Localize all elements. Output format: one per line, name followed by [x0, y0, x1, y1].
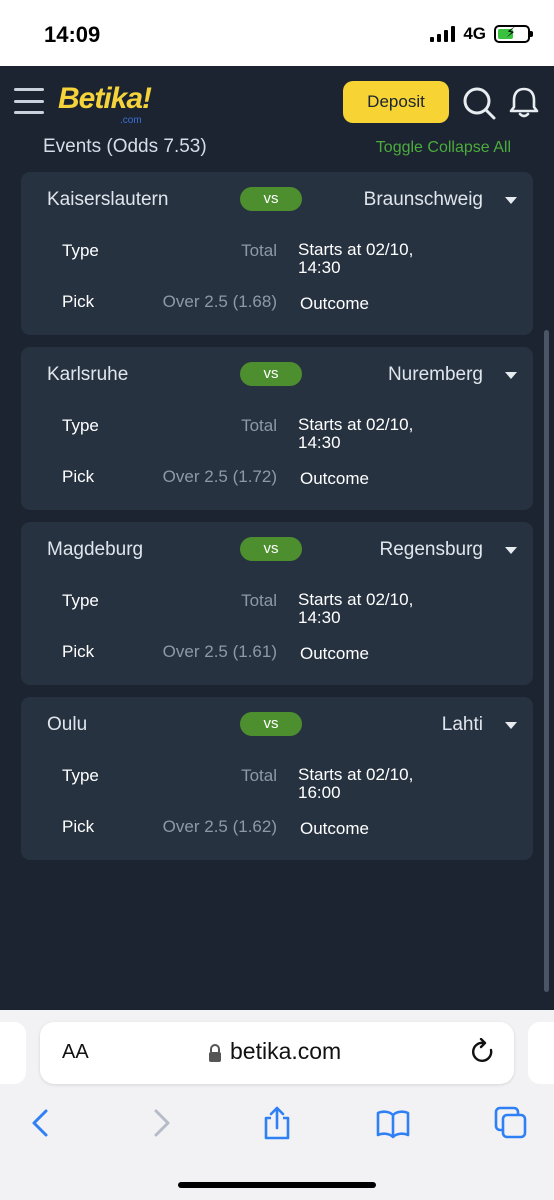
- betika-logo[interactable]: Betika! .com: [58, 82, 152, 126]
- away-team: Braunschweig: [363, 189, 483, 210]
- pick-label: Pick: [62, 467, 95, 486]
- back-icon[interactable]: [24, 1106, 58, 1140]
- home-indicator[interactable]: [178, 1182, 376, 1188]
- chevron-down-icon[interactable]: [505, 372, 517, 379]
- pick-value: Over 2.5 (1.62): [162, 817, 277, 836]
- status-bar: 14:09 4G ⚡: [0, 0, 554, 66]
- bookmarks-icon[interactable]: [376, 1106, 410, 1140]
- event-card: Kaiserslautern vs Braunschweig Type Tota…: [21, 172, 533, 335]
- toggle-collapse-all-link[interactable]: Toggle Collapse All: [376, 139, 511, 157]
- outcome-label: Outcome: [300, 819, 369, 838]
- share-icon[interactable]: [260, 1106, 294, 1140]
- start-time: Starts at 02/10, 14:30: [298, 590, 414, 627]
- away-team: Nuremberg: [387, 364, 483, 385]
- outcome-label: Outcome: [300, 644, 369, 663]
- logo-subtext: .com: [120, 115, 142, 126]
- type-label: Type: [62, 241, 99, 260]
- outcome-label: Outcome: [300, 294, 369, 313]
- event-card: Karlsruhe vs Nuremberg Type Total Starts…: [21, 347, 533, 510]
- previous-tab-preview[interactable]: [0, 1022, 26, 1084]
- home-team: Kaiserslautern: [47, 189, 169, 210]
- app-header: Betika! .com Deposit: [0, 66, 554, 140]
- type-value: Total: [241, 591, 277, 610]
- url-text[interactable]: betika.com: [230, 1038, 341, 1065]
- pick-label: Pick: [62, 642, 95, 661]
- home-team: Magdeburg: [47, 539, 144, 560]
- vs-badge: vs: [240, 187, 302, 211]
- tabs-icon[interactable]: [494, 1106, 528, 1140]
- browser-toolbar: AA betika.com: [0, 1010, 554, 1200]
- pick-label: Pick: [62, 817, 95, 836]
- type-label: Type: [62, 416, 99, 435]
- events-title: Events (Odds 7.53): [43, 136, 207, 157]
- start-time: Starts at 02/10, 16:00: [298, 765, 414, 802]
- vs-badge: vs: [240, 362, 302, 386]
- events-header: Events (Odds 7.53) Toggle Collapse All: [0, 136, 554, 166]
- vs-badge: vs: [240, 712, 302, 736]
- status-time: 14:09: [44, 22, 101, 47]
- signal-icon: [430, 26, 456, 42]
- away-team: Regensburg: [379, 539, 483, 560]
- search-icon[interactable]: [462, 86, 496, 120]
- pick-value: Over 2.5 (1.61): [162, 642, 277, 661]
- pick-label: Pick: [62, 292, 95, 311]
- browser-nav: [0, 1100, 554, 1150]
- lock-icon: [209, 1044, 221, 1062]
- start-time: Starts at 02/10, 14:30: [298, 240, 414, 277]
- hamburger-menu-icon[interactable]: [14, 88, 44, 114]
- type-label: Type: [62, 591, 99, 610]
- vs-badge: vs: [240, 537, 302, 561]
- deposit-button[interactable]: Deposit: [343, 81, 449, 123]
- status-indicators: 4G ⚡: [430, 24, 533, 44]
- reload-icon[interactable]: [470, 1038, 496, 1066]
- start-time: Starts at 02/10, 14:30: [298, 415, 414, 452]
- type-value: Total: [241, 416, 277, 435]
- home-team: Karlsruhe: [47, 364, 129, 385]
- chevron-down-icon[interactable]: [505, 547, 517, 554]
- event-card: Magdeburg vs Regensburg Type Total Start…: [21, 522, 533, 685]
- next-tab-preview[interactable]: [528, 1022, 554, 1084]
- battery-icon: ⚡: [494, 24, 533, 43]
- away-team: Lahti: [441, 714, 483, 735]
- network-type: 4G: [463, 24, 486, 43]
- forward-icon[interactable]: [144, 1106, 178, 1140]
- event-card: Oulu vs Lahti Type Total Starts at 02/10…: [21, 697, 533, 860]
- scrollbar[interactable]: [544, 330, 549, 992]
- outcome-label: Outcome: [300, 469, 369, 488]
- text-size-button[interactable]: AA: [62, 1041, 89, 1064]
- type-label: Type: [62, 766, 99, 785]
- type-value: Total: [241, 766, 277, 785]
- home-team: Oulu: [47, 714, 88, 735]
- chevron-down-icon[interactable]: [505, 197, 517, 204]
- chevron-down-icon[interactable]: [505, 722, 517, 729]
- logo-text: Betika!: [58, 82, 152, 115]
- type-value: Total: [241, 241, 277, 260]
- pick-value: Over 2.5 (1.68): [162, 292, 277, 311]
- pick-value: Over 2.5 (1.72): [162, 467, 277, 486]
- address-bar[interactable]: AA betika.com: [40, 1022, 514, 1084]
- bell-icon[interactable]: [508, 85, 540, 119]
